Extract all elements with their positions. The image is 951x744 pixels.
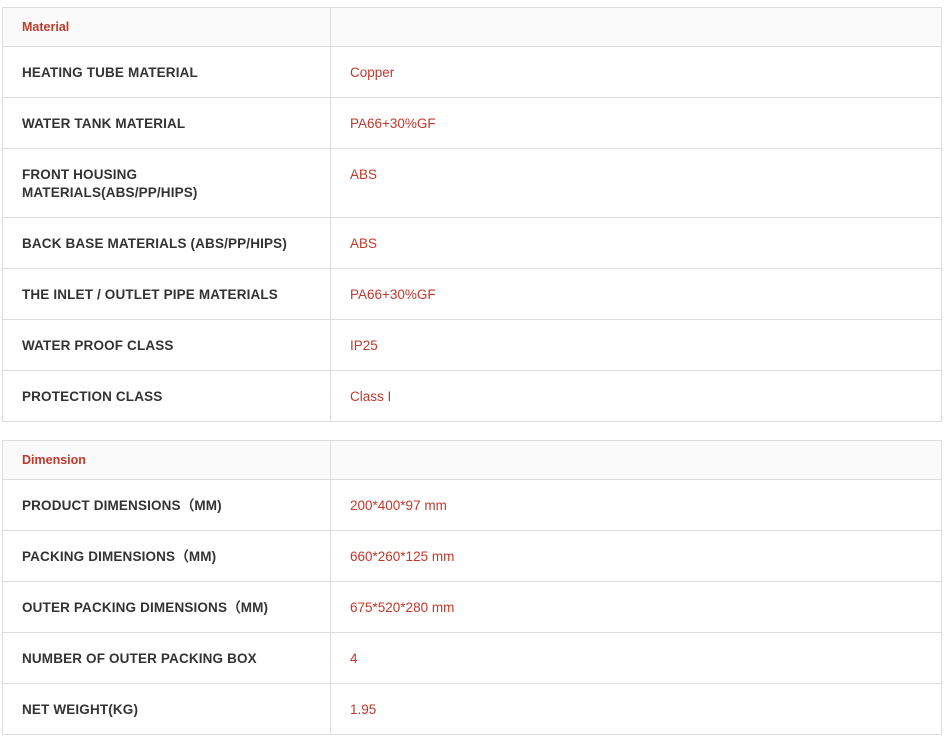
spec-label-cell: THE INLET / OUTLET PIPE MATERIALS <box>2 268 331 320</box>
table-row: BACK BASE MATERIALS (ABS/PP/HIPS) ABS <box>2 217 942 269</box>
table-row: PACKING DIMENSIONS（MM) 660*260*125 mm <box>2 530 942 582</box>
spec-value-cell: Copper <box>330 46 942 98</box>
spec-label-cell: PROTECTION CLASS <box>2 370 331 422</box>
spec-value-cell: PA66+30%GF <box>330 268 942 320</box>
table-row: PRODUCT DIMENSIONS（MM) 200*400*97 mm <box>2 479 942 531</box>
table-row: PROTECTION CLASS Class I <box>2 370 942 422</box>
spec-value: 200*400*97 mm <box>350 498 447 513</box>
spec-value-cell: 1.95 <box>330 683 942 735</box>
spec-label-cell: WATER TANK MATERIAL <box>2 97 331 149</box>
spec-value: 660*260*125 mm <box>350 549 455 564</box>
dimension-section-title: Dimension <box>22 453 86 467</box>
spec-value: PA66+30%GF <box>350 287 436 302</box>
spec-value-cell: PA66+30%GF <box>330 97 942 149</box>
material-header-empty-cell <box>330 7 942 47</box>
spec-label-cell: OUTER PACKING DIMENSIONS（MM) <box>2 581 331 633</box>
material-header-cell: Material <box>2 7 331 47</box>
spec-value-cell: 4 <box>330 632 942 684</box>
spec-value: 4 <box>350 651 358 666</box>
spec-label: PROTECTION CLASS <box>22 389 163 404</box>
dimension-header-cell: Dimension <box>2 440 331 480</box>
table-row: WATER PROOF CLASS IP25 <box>2 319 942 371</box>
spec-value: Copper <box>350 65 395 80</box>
spec-value: 675*520*280 mm <box>350 600 455 615</box>
table-row: NUMBER OF OUTER PACKING BOX 4 <box>2 632 942 684</box>
spec-value: Class I <box>350 389 392 404</box>
material-section-header: Material <box>2 7 942 47</box>
spec-label: WATER TANK MATERIAL <box>22 116 186 131</box>
spec-label: WATER PROOF CLASS <box>22 338 174 353</box>
spec-value: 1.95 <box>350 702 377 717</box>
spec-label: OUTER PACKING DIMENSIONS（MM) <box>22 600 269 615</box>
dimension-header-empty-cell <box>330 440 942 480</box>
table-row: THE INLET / OUTLET PIPE MATERIALS PA66+3… <box>2 268 942 320</box>
spec-value-cell: 660*260*125 mm <box>330 530 942 582</box>
spec-value-cell: ABS <box>330 217 942 269</box>
spec-value: IP25 <box>350 338 378 353</box>
spec-label-cell: NUMBER OF OUTER PACKING BOX <box>2 632 331 684</box>
spec-value-cell: 200*400*97 mm <box>330 479 942 531</box>
spec-value: ABS <box>350 236 378 251</box>
spec-value-cell: Class I <box>330 370 942 422</box>
spec-value: ABS <box>350 167 378 182</box>
spec-label: NET WEIGHT(KG) <box>22 702 139 717</box>
spec-value-cell: IP25 <box>330 319 942 371</box>
spec-label-cell: NET WEIGHT(KG) <box>2 683 331 735</box>
spec-label-cell: BACK BASE MATERIALS (ABS/PP/HIPS) <box>2 217 331 269</box>
spec-label: FRONT HOUSING MATERIALS(ABS/PP/HIPS) <box>22 167 198 200</box>
spec-label: HEATING TUBE MATERIAL <box>22 65 198 80</box>
spec-value: PA66+30%GF <box>350 116 436 131</box>
table-row: NET WEIGHT(KG) 1.95 <box>2 683 942 735</box>
table-row: HEATING TUBE MATERIAL Copper <box>2 46 942 98</box>
table-row: WATER TANK MATERIAL PA66+30%GF <box>2 97 942 149</box>
spec-label: NUMBER OF OUTER PACKING BOX <box>22 651 257 666</box>
spec-label: BACK BASE MATERIALS (ABS/PP/HIPS) <box>22 236 287 251</box>
material-spec-table: Material HEATING TUBE MATERIAL Copper WA… <box>2 7 942 422</box>
spec-label: THE INLET / OUTLET PIPE MATERIALS <box>22 287 278 302</box>
spec-label-cell: HEATING TUBE MATERIAL <box>2 46 331 98</box>
material-section-title: Material <box>22 20 70 34</box>
dimension-spec-table: Dimension PRODUCT DIMENSIONS（MM) 200*400… <box>2 440 942 735</box>
spec-label-cell: PACKING DIMENSIONS（MM) <box>2 530 331 582</box>
spec-label: PACKING DIMENSIONS（MM) <box>22 549 217 564</box>
spec-value-cell: ABS <box>330 148 942 218</box>
dimension-section-header: Dimension <box>2 440 942 480</box>
table-row: FRONT HOUSING MATERIALS(ABS/PP/HIPS) ABS <box>2 148 942 218</box>
spec-label: PRODUCT DIMENSIONS（MM) <box>22 498 222 513</box>
spec-label-cell: FRONT HOUSING MATERIALS(ABS/PP/HIPS) <box>2 148 331 218</box>
spec-label-cell: PRODUCT DIMENSIONS（MM) <box>2 479 331 531</box>
spec-label-cell: WATER PROOF CLASS <box>2 319 331 371</box>
spec-value-cell: 675*520*280 mm <box>330 581 942 633</box>
table-row: OUTER PACKING DIMENSIONS（MM) 675*520*280… <box>2 581 942 633</box>
